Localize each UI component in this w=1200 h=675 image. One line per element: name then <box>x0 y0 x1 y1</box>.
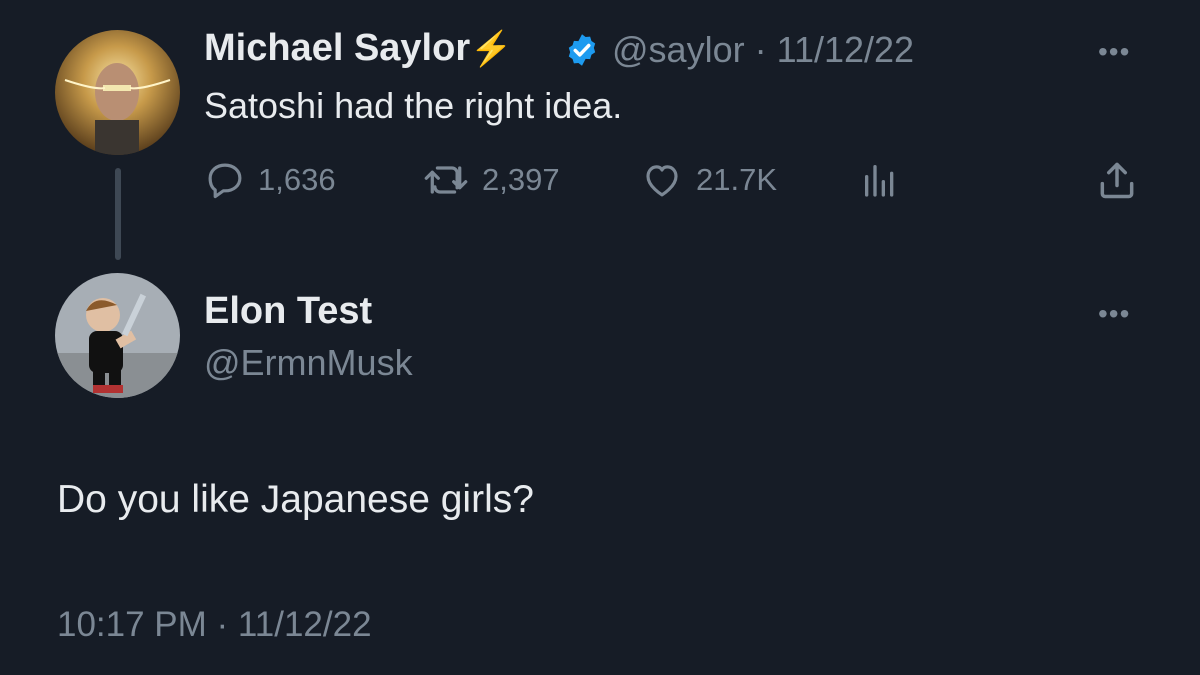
reply-button[interactable]: 1,636 <box>204 160 336 200</box>
retweet-icon <box>422 159 470 201</box>
share-button[interactable] <box>1095 160 1139 200</box>
parent-handle[interactable]: @saylor <box>612 29 745 70</box>
share-icon <box>1095 158 1139 202</box>
retweet-count: 2,397 <box>482 162 560 197</box>
parent-tweet-text: Satoshi had the right idea. <box>204 85 623 126</box>
reply-icon <box>204 159 246 201</box>
heart-icon <box>640 159 684 201</box>
reply-author-name[interactable]: Elon Test <box>204 290 372 333</box>
parent-date[interactable]: 11/12/22 <box>777 29 914 70</box>
reply-handle[interactable]: @ErmnMusk <box>204 342 413 384</box>
ermnmusk-avatar[interactable] <box>55 273 180 398</box>
tweet-thread-page: Michael Saylor⚡ @saylor · 11/12/22 ••• S… <box>0 0 1200 675</box>
lightning-emoji: ⚡ <box>470 30 513 68</box>
like-count: 21.7K <box>696 162 778 197</box>
parent-handle-date: @saylor · 11/12/22 <box>612 29 914 71</box>
thread-connector-line <box>115 168 121 260</box>
verified-badge-icon <box>564 32 600 73</box>
parent-author-row: Michael Saylor⚡ <box>204 27 512 70</box>
parent-more-button[interactable]: ••• <box>1098 38 1130 66</box>
reply-timestamp[interactable]: 10:17 PM · 11/12/22 <box>57 605 372 645</box>
like-button[interactable]: 21.7K <box>640 160 777 200</box>
views-icon <box>860 160 900 200</box>
reply-count: 1,636 <box>258 162 336 197</box>
separator-dot: · <box>754 29 767 70</box>
views-button[interactable] <box>860 160 900 200</box>
saylor-avatar[interactable] <box>55 30 180 155</box>
reply-more-button[interactable]: ••• <box>1098 300 1130 328</box>
retweet-button[interactable]: 2,397 <box>422 160 560 200</box>
parent-author-name[interactable]: Michael Saylor <box>204 27 470 69</box>
reply-tweet-text: Do you like Japanese girls? <box>57 478 534 521</box>
